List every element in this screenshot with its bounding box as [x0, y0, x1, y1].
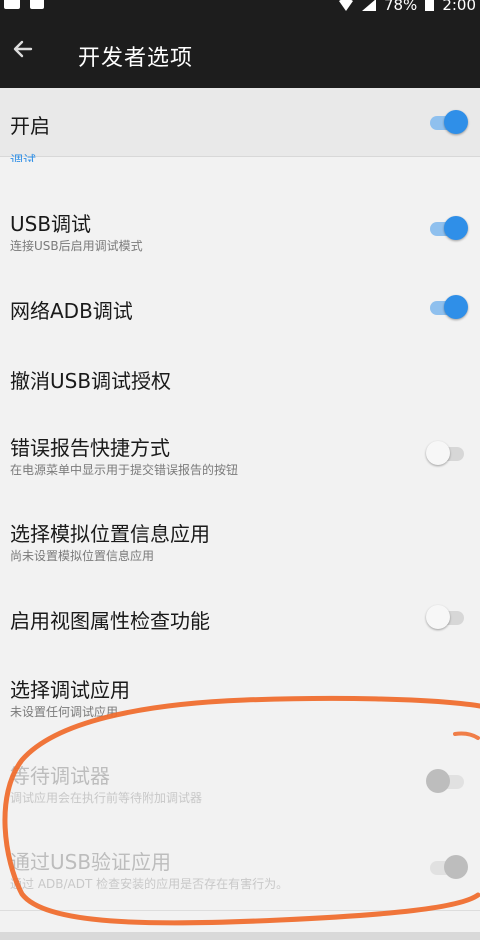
setting-title: USB调试: [10, 212, 92, 236]
setting-summary: 连接USB后启用调试模式: [10, 239, 143, 253]
bug-report-switch[interactable]: [426, 439, 466, 467]
wait-debugger-switch: [426, 767, 466, 795]
setting-mock-location-app[interactable]: 选择模拟位置信息应用 尚未设置模拟位置信息应用: [0, 496, 480, 583]
setting-bug-report-shortcut[interactable]: 错误报告快捷方式 在电源菜单中显示用于提交错误报告的按钮: [0, 410, 480, 497]
setting-title: 选择调试应用: [10, 678, 130, 702]
image-icon: [4, 0, 20, 9]
switch-thumb: [444, 110, 468, 134]
setting-title: 网络ADB调试: [10, 299, 133, 323]
usb-debugging-switch[interactable]: [428, 214, 468, 242]
setting-network-adb-debugging[interactable]: 网络ADB调试: [0, 272, 480, 343]
switch-thumb: [426, 605, 450, 629]
setting-verify-apps-over-usb: 通过USB验证应用 通过 ADB/ADT 检查安装的应用是否存在有害行为。: [0, 824, 480, 911]
status-time: 2:00: [442, 0, 476, 14]
app-bar: 开发者选项: [0, 14, 480, 88]
switch-thumb: [444, 216, 468, 240]
setting-title: 等待调试器: [10, 764, 110, 788]
switch-thumb: [426, 769, 450, 793]
setting-summary: 未设置任何调试应用: [10, 705, 119, 719]
bottom-edge: [0, 932, 480, 940]
back-button[interactable]: [10, 36, 38, 64]
page-title: 开发者选项: [78, 46, 194, 71]
setting-view-attribute-inspection[interactable]: 启用视图属性检查功能: [0, 582, 480, 653]
view-attribute-switch[interactable]: [426, 603, 466, 631]
arrow-left-icon: [13, 40, 33, 58]
wifi-icon: [338, 0, 353, 11]
network-adb-switch[interactable]: [428, 293, 468, 321]
setting-wait-for-debugger: 等待调试器 调试应用会在执行前等待附加调试器: [0, 738, 480, 825]
switch-thumb: [444, 295, 468, 319]
setting-summary: 尚未设置模拟位置信息应用: [10, 549, 155, 563]
setting-title: 错误报告快捷方式: [10, 436, 170, 460]
status-bar: 78% 2:00: [0, 0, 480, 14]
setting-summary: 调试应用会在执行前等待附加调试器: [10, 791, 203, 805]
master-toggle-switch[interactable]: [428, 108, 468, 136]
switch-thumb: [444, 855, 468, 879]
setting-title: 选择模拟位置信息应用: [10, 522, 210, 546]
setting-title: 启用视图属性检查功能: [10, 609, 210, 633]
setting-title: 通过USB验证应用: [10, 850, 172, 874]
verify-apps-switch: [428, 853, 468, 881]
battery-charging-icon: [425, 0, 435, 11]
setting-summary: 在电源菜单中显示用于提交错误报告的按钮: [10, 463, 239, 477]
master-toggle-label: 开启: [10, 114, 50, 138]
setting-revoke-usb-authorization[interactable]: 撤消USB调试授权: [0, 342, 480, 411]
setting-summary: 通过 ADB/ADT 检查安装的应用是否存在有害行为。: [10, 877, 289, 891]
setting-title: 撤消USB调试授权: [10, 369, 172, 393]
switch-thumb: [426, 441, 450, 465]
setting-select-debug-app[interactable]: 选择调试应用 未设置任何调试应用: [0, 652, 480, 739]
app-icon: [30, 0, 44, 9]
signal-icon: [361, 0, 376, 11]
battery-percent: 78%: [383, 0, 418, 14]
developer-options-master-row[interactable]: 开启: [0, 88, 480, 157]
setting-usb-debugging[interactable]: USB调试 连接USB后启用调试模式: [0, 186, 480, 273]
category-header-debug: 调试: [10, 154, 37, 162]
